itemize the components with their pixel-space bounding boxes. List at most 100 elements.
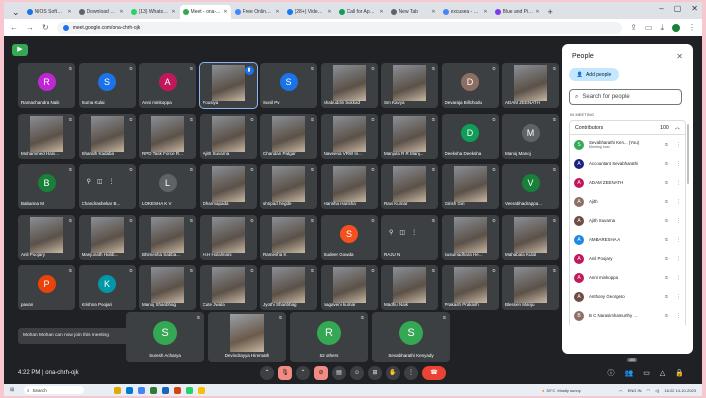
- participant-row[interactable]: A ADAM ZEENATH ⦸ ⋮: [569, 173, 686, 192]
- clock[interactable]: 16:22 14-10-2023: [664, 388, 696, 393]
- new-tab-button[interactable]: +: [544, 5, 557, 19]
- more-options-icon[interactable]: ⋮: [676, 294, 681, 300]
- browser-tab[interactable]: Free Online MHD✕: [232, 5, 283, 19]
- browser-tab[interactable]: Call for Applicati...✕: [336, 5, 387, 19]
- close-icon[interactable]: ✕: [676, 52, 683, 61]
- participant-tile[interactable]: ⦸ Manjunath Hubb...: [78, 214, 136, 260]
- participant-tile[interactable]: ⦸ Sharath Kadaba: [78, 113, 136, 159]
- word-icon[interactable]: [162, 386, 169, 394]
- mic-muted-icon[interactable]: ⦸: [665, 275, 668, 281]
- more-options-icon[interactable]: ⋮: [676, 256, 681, 262]
- more-options-icon[interactable]: ⋮: [676, 180, 681, 186]
- participant-row[interactable]: A Anil Poojary ⦸ ⋮: [569, 249, 686, 268]
- tab-close-icon[interactable]: ✕: [171, 9, 175, 15]
- more-options-icon[interactable]: ⋮: [676, 237, 681, 243]
- participant-tile[interactable]: V ⦸ Veerabhadrappa...: [502, 164, 559, 209]
- edge-icon[interactable]: [126, 386, 133, 394]
- chrome-icon[interactable]: [138, 386, 145, 394]
- participant-row[interactable]: A Accountant Sevabharathi ⦸ ⋮: [569, 154, 686, 173]
- mic-options-icon[interactable]: ⌃: [260, 366, 274, 380]
- more-options-icon[interactable]: ⋮: [676, 199, 681, 205]
- info-icon[interactable]: ⓘ: [608, 368, 615, 378]
- mic-muted-icon[interactable]: ⦸: [665, 218, 668, 224]
- pin-icon[interactable]: ⚲: [87, 178, 91, 185]
- tab-search-icon[interactable]: ⌄: [8, 5, 24, 19]
- participant-row[interactable]: B B C Narasimhamurthy ... ⦸ ⋮: [569, 306, 686, 325]
- participant-tile[interactable]: A ⦸ Anni minkoppa: [139, 63, 196, 108]
- chat-icon[interactable]: ▭: [643, 369, 650, 377]
- browser-tab[interactable]: excusea - Googl...✕: [440, 5, 491, 19]
- participant-tile[interactable]: ⦸ Cute Jwala: [199, 265, 257, 310]
- participant-tile[interactable]: ⦸ ADAM ZEENATH: [502, 63, 559, 108]
- more-options-icon[interactable]: ⋮: [676, 142, 681, 148]
- activities-icon[interactable]: △: [660, 369, 665, 377]
- taskbar-search[interactable]: ⌕ Search: [24, 386, 84, 394]
- browser-tab[interactable]: New Tab ✕: [388, 5, 439, 19]
- maximize-icon[interactable]: ▢: [674, 4, 682, 13]
- mic-off-button[interactable]: 🎙: [278, 366, 292, 380]
- people-search-input[interactable]: ⌕ Search for people: [569, 89, 682, 105]
- explorer-icon[interactable]: [114, 386, 121, 394]
- captions-icon[interactable]: ◫: [399, 229, 405, 236]
- participant-tile[interactable]: ⦸ Bhimesha Sabba...: [139, 214, 196, 260]
- participant-tile[interactable]: ⦸ RPD Task Force R...: [139, 113, 196, 159]
- profile-avatar[interactable]: [672, 23, 680, 32]
- host-controls-icon[interactable]: 🔒: [675, 369, 684, 377]
- windows-start-icon[interactable]: ⊞: [10, 387, 14, 393]
- captions-button[interactable]: ▤: [332, 366, 346, 380]
- tab-close-icon[interactable]: ✕: [483, 9, 487, 15]
- more-icon[interactable]: ⋮: [411, 229, 417, 236]
- participant-tile[interactable]: R ⦸ Ramachandra Naik: [18, 63, 75, 108]
- participant-tile[interactable]: B ⦸ Babanna M: [18, 164, 75, 209]
- participant-tile[interactable]: S ⦸ Suma Kulai: [78, 63, 136, 108]
- minimize-icon[interactable]: –: [659, 4, 663, 13]
- participant-tile[interactable]: ⦸ Jyothi Shanbhag: [260, 265, 317, 310]
- language-indicator[interactable]: ENG IN: [628, 388, 642, 393]
- chevron-up-icon[interactable]: ︿: [675, 124, 680, 131]
- panel-scrollbar[interactable]: [687, 124, 689, 184]
- powerpoint-icon[interactable]: [174, 386, 181, 394]
- close-window-icon[interactable]: ✕: [691, 4, 698, 13]
- reload-icon[interactable]: ↻: [42, 23, 49, 32]
- participant-tile[interactable]: K ⦸ Krishna Poojari: [78, 265, 136, 310]
- participant-row[interactable]: A Ajith Suvarna ⦸ ⋮: [569, 211, 686, 230]
- tab-close-icon[interactable]: ✕: [535, 9, 539, 15]
- more-options-icon[interactable]: ⋮: [676, 313, 681, 319]
- participant-tile[interactable]: ▮ Fousiya: [198, 62, 258, 109]
- browser-tab[interactable]: NIOS Software Pr...✕: [24, 5, 75, 19]
- participant-tile[interactable]: P ⦸ pavan: [18, 265, 75, 310]
- browser-tab[interactable]: Meet - ona-... ✕: [179, 5, 231, 19]
- participant-tile[interactable]: L ⦸ LOKESHA K V: [139, 164, 196, 209]
- chevron-up-icon[interactable]: ︿: [619, 387, 623, 393]
- download-icon[interactable]: ⤓: [660, 23, 664, 33]
- participant-tile[interactable]: ⦸ Mahabala Kulal: [502, 214, 559, 260]
- participant-tile[interactable]: ⦸ kusumadhara He...: [441, 214, 499, 260]
- add-people-button[interactable]: 👤 Add people: [569, 68, 619, 81]
- files-icon[interactable]: [198, 386, 205, 394]
- participant-tile[interactable]: ⦸ Ramesha K: [260, 214, 317, 260]
- participant-tile[interactable]: ⦸ Harisha Harisha: [320, 164, 378, 209]
- wifi-icon[interactable]: ◠: [646, 388, 650, 393]
- participant-tile[interactable]: ⦸ nagaveni kumar: [320, 265, 378, 310]
- tab-close-icon[interactable]: ✕: [431, 9, 435, 15]
- participant-tile[interactable]: ⦸ H.H Holalmani: [199, 214, 257, 260]
- participant-tile[interactable]: S ⦸ Sunil Pv: [260, 63, 317, 108]
- tab-close-icon[interactable]: ✕: [379, 9, 383, 15]
- participant-tile[interactable]: ⦸ Madhu Naik: [381, 265, 438, 310]
- participant-row[interactable]: A AMBARESHA A ⦸ ⋮: [569, 230, 686, 249]
- more-options-icon[interactable]: ⋮: [676, 161, 681, 167]
- participant-tile[interactable]: ⦸ shabuddin bukkad: [320, 63, 378, 108]
- participant-tile[interactable]: ⦸ shripad hegde: [260, 164, 317, 209]
- mic-muted-icon[interactable]: ⦸: [665, 256, 668, 262]
- participant-tile[interactable]: ⚲ ◫ ⋮ ⦸ RAJU N: [381, 214, 438, 260]
- participant-tile[interactable]: S ⦸ Sevabharathi Kenyady: [372, 312, 450, 362]
- participant-row[interactable]: S Sevabharathi Ken... (You) Meeting host ⦸ ⋮: [569, 135, 686, 154]
- mic-muted-icon[interactable]: ⦸: [665, 294, 668, 300]
- weather-widget[interactable]: ● 30°C Mostly sunny: [542, 388, 581, 393]
- participant-tile[interactable]: ⦸ Manoj Shanbhag: [139, 265, 196, 310]
- pin-icon[interactable]: ⚲: [389, 229, 393, 236]
- camera-off-button[interactable]: ⊘: [314, 366, 328, 380]
- excel-icon[interactable]: [150, 386, 157, 394]
- participant-tile[interactable]: ⦸ Manjula R R Manj...: [381, 113, 438, 159]
- site-info-icon[interactable]: [62, 24, 69, 31]
